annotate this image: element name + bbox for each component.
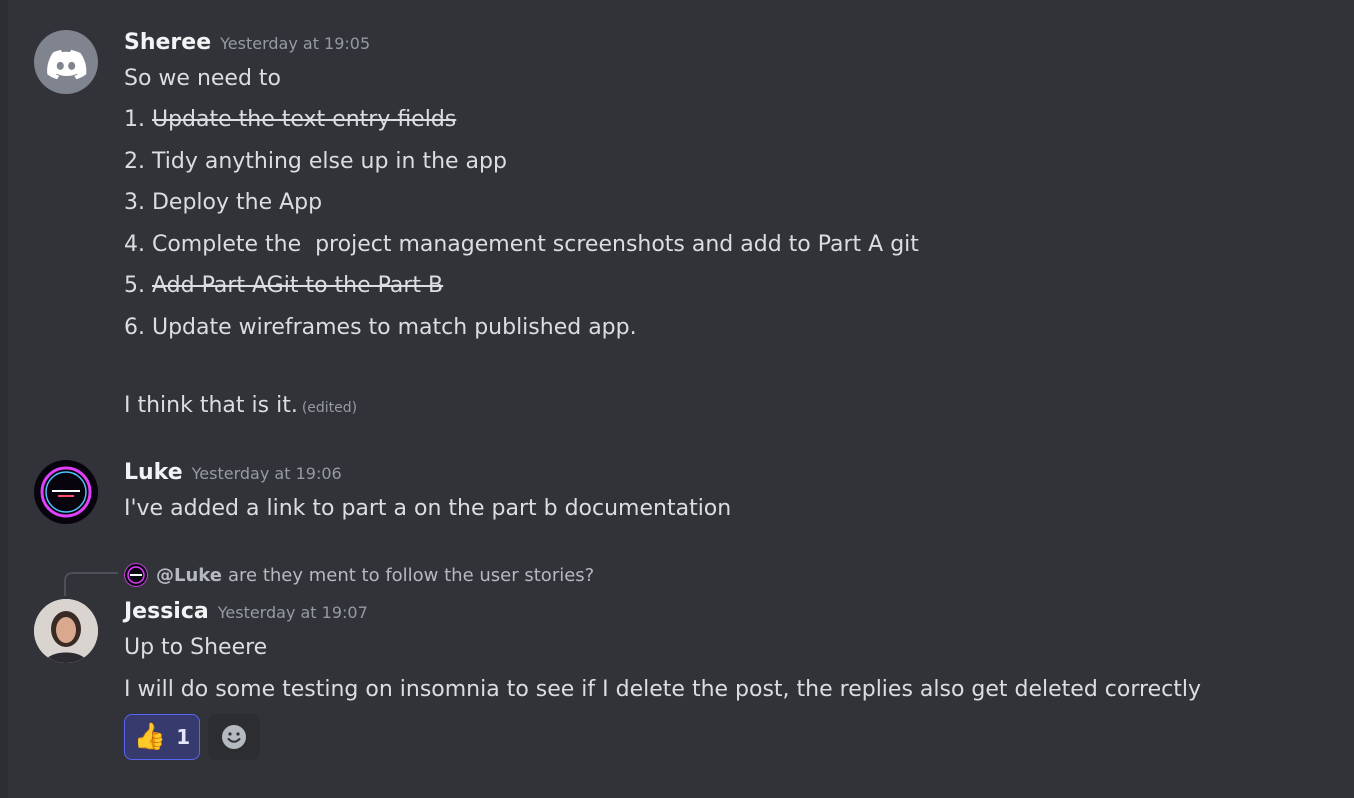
timestamp: Yesterday at 19:06 [191, 464, 342, 483]
list-item: 6. Update wireframes to match published … [124, 315, 637, 340]
discord-logo-icon [47, 50, 87, 80]
avatar[interactable] [34, 30, 98, 94]
thumbs-up-icon: 👍 [133, 722, 167, 752]
neon-ring-avatar-image [40, 466, 92, 518]
reply-preview[interactable]: @Luke are they ment to follow the user s… [124, 562, 594, 588]
message-line: Up to Sheere [124, 635, 268, 660]
author-name[interactable]: Sheree [124, 30, 211, 55]
profile-photo-image [34, 599, 98, 663]
author-name[interactable]: Luke [124, 460, 183, 485]
reaction-count: 1 [176, 725, 191, 749]
timestamp: Yesterday at 19:07 [217, 603, 368, 622]
smile-icon [222, 725, 246, 749]
list-item: 1. Update the text entry fields [124, 107, 457, 132]
avatar[interactable] [34, 460, 98, 524]
reply-avatar [124, 563, 148, 587]
reaction-thumbs-up[interactable]: 👍 1 [124, 714, 200, 760]
list-item: 4. Complete the project management scree… [124, 232, 919, 257]
list-item: 3. Deploy the App [124, 190, 323, 215]
edited-label: (edited) [301, 400, 358, 416]
message-line: I will do some testing on insomnia to se… [124, 677, 1201, 702]
timestamp: Yesterday at 19:05 [220, 34, 371, 53]
author-name[interactable]: Jessica [124, 599, 209, 624]
reply-connector [64, 572, 118, 596]
left-edge [0, 0, 8, 798]
reply-mention[interactable]: @Luke [156, 565, 222, 586]
message-header: Jessica Yesterday at 19:07 [124, 599, 368, 624]
list-item: 2. Tidy anything else up in the app [124, 149, 507, 174]
add-reaction-button[interactable] [208, 714, 260, 760]
avatar[interactable] [34, 599, 98, 663]
message-header: Sheree Yesterday at 19:05 [124, 30, 370, 55]
message-line: I think that is it. (edited) [124, 393, 358, 418]
message-line: So we need to [124, 66, 281, 91]
message-line: I've added a link to part a on the part … [124, 496, 732, 521]
reply-text: are they ment to follow the user stories… [227, 564, 595, 586]
message-header: Luke Yesterday at 19:06 [124, 460, 342, 485]
list-item: 5. Add Part AGit to the Part B [124, 273, 444, 298]
